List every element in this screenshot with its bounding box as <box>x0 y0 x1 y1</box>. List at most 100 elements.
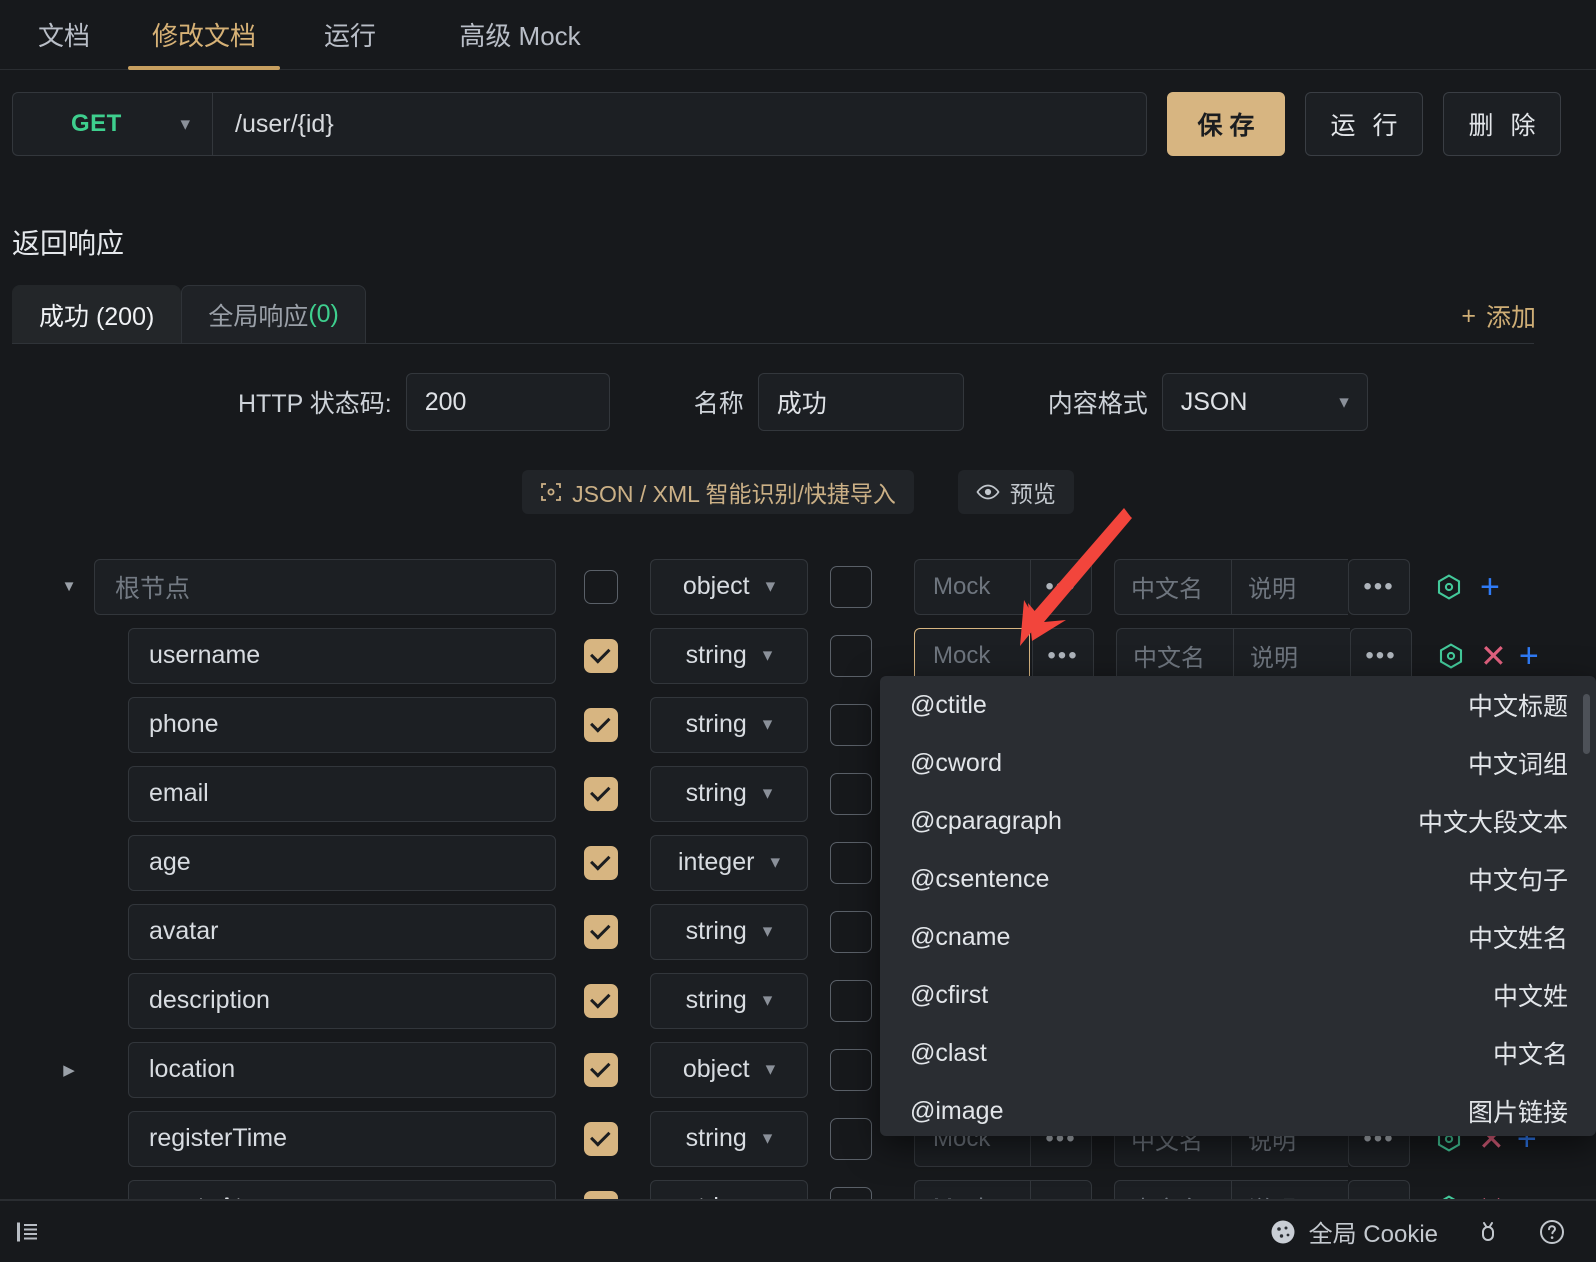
mock-suggestion-item[interactable]: @clast 中文名 <box>880 1024 1596 1082</box>
mock-suggestion-item[interactable]: @cname 中文姓名 <box>880 908 1596 966</box>
field-enabled-checkbox[interactable] <box>584 638 618 673</box>
field-enabled-checkbox[interactable] <box>584 1121 618 1156</box>
tab-docs[interactable]: 文档 <box>0 0 128 70</box>
field-enabled-checkbox[interactable] <box>584 569 618 604</box>
add-field-icon[interactable]: + <box>1519 639 1539 673</box>
field-name-input[interactable]: phone <box>128 696 556 753</box>
field-type-select[interactable]: string ▾ <box>650 627 808 684</box>
chevron-down-icon: ▾ <box>762 645 773 666</box>
field-required-checkbox[interactable] <box>830 1117 872 1160</box>
path-input[interactable]: /user/{id} <box>212 92 1147 156</box>
mock-suggestion-item[interactable]: @ctitle 中文标题 <box>880 676 1596 734</box>
field-required-checkbox[interactable] <box>830 565 872 608</box>
field-type-value: string <box>685 710 747 738</box>
mock-more-button[interactable]: ••• <box>1030 558 1092 615</box>
add-field-icon[interactable]: + <box>1480 570 1500 604</box>
field-name-input[interactable]: location <box>128 1041 556 1098</box>
field-required-checkbox[interactable] <box>830 979 872 1022</box>
mock-suggestion-item[interactable]: @csentence 中文句子 <box>880 850 1596 908</box>
field-enabled-checkbox[interactable] <box>584 1052 618 1087</box>
response-name-input[interactable]: 成功 <box>757 373 964 431</box>
field-name-input[interactable]: registerTime <box>128 1110 556 1167</box>
field-name-input[interactable]: username <box>128 627 556 684</box>
method-select[interactable]: GET ▾ <box>12 92 212 156</box>
field-required-checkbox[interactable] <box>830 841 872 884</box>
field-type-select[interactable]: object ▾ <box>650 558 808 615</box>
response-tabs: 成功 (200) 全局响应 (0) <box>12 285 366 343</box>
mock-input[interactable]: Mock <box>914 558 1030 615</box>
mock-suggestion-token: @image <box>910 1096 1004 1125</box>
field-type-value: string <box>685 641 747 669</box>
field-required-checkbox[interactable] <box>830 772 872 815</box>
response-tab-global[interactable]: 全局响应 (0) <box>181 285 366 343</box>
field-enabled-checkbox[interactable] <box>584 776 618 811</box>
field-name-input[interactable]: email <box>128 765 556 822</box>
field-name-input[interactable]: 根节点 <box>94 558 556 615</box>
plus-icon: + <box>1461 301 1476 330</box>
chevron-down-icon: ▾ <box>765 576 776 597</box>
field-name-value: age <box>149 848 191 876</box>
hexagon-settings-icon <box>1439 642 1463 669</box>
chevron-right-icon[interactable]: ▶ <box>56 1061 82 1079</box>
field-name-value: 根节点 <box>115 574 191 603</box>
field-name-input[interactable]: age <box>128 834 556 891</box>
bug-report-button[interactable] <box>1474 1218 1502 1246</box>
field-name-input[interactable]: avatar <box>128 903 556 960</box>
field-name-input[interactable]: description <box>128 972 556 1029</box>
chevron-down-icon: ▾ <box>762 1128 773 1149</box>
field-required-checkbox[interactable] <box>830 910 872 953</box>
smart-import-button[interactable]: JSON / XML 智能识别/快捷导入 <box>522 470 914 514</box>
delete-button[interactable]: 删 除 <box>1443 92 1561 156</box>
help-button[interactable] <box>1538 1218 1566 1246</box>
content-format-value: JSON <box>1180 387 1248 416</box>
description-input[interactable]: 说明 <box>1231 558 1348 615</box>
chevron-down-icon: ▾ <box>762 990 773 1011</box>
field-type-select[interactable]: string ▾ <box>650 696 808 753</box>
field-enabled-checkbox[interactable] <box>584 983 618 1018</box>
run-button[interactable]: 运 行 <box>1305 92 1423 156</box>
mock-suggestion-item[interactable]: @cparagraph 中文大段文本 <box>880 792 1596 850</box>
field-type-select[interactable]: string ▾ <box>650 765 808 822</box>
http-status-value: 200 <box>424 387 467 416</box>
mock-suggestion-item[interactable]: @cfirst 中文姓 <box>880 966 1596 1024</box>
tab-advanced-mock[interactable]: 高级 Mock <box>420 0 620 70</box>
preview-button[interactable]: 预览 <box>957 470 1074 514</box>
field-required-checkbox[interactable] <box>830 1048 872 1091</box>
add-response-button[interactable]: + 添加 <box>1461 298 1536 334</box>
save-button[interactable]: 保存 <box>1167 92 1285 156</box>
mock-suggestion-item[interactable]: @image 图片链接 <box>880 1082 1596 1136</box>
chevron-down-icon[interactable]: ▼ <box>56 578 82 595</box>
chevron-down-icon: ▾ <box>770 852 780 873</box>
mock-suggestion-item[interactable]: @cword 中文词组 <box>880 734 1596 792</box>
response-tab-success-label: 成功 (200) <box>39 302 155 331</box>
field-name-value: description <box>149 986 270 1014</box>
response-tab-global-label: 全局响应 <box>208 302 309 331</box>
field-enabled-checkbox[interactable] <box>584 914 618 949</box>
field-required-checkbox[interactable] <box>830 634 872 677</box>
mock-suggestion-dropdown[interactable]: @ctitle 中文标题 @cword 中文词组 @cparagraph 中文大… <box>880 676 1596 1136</box>
remove-field-icon[interactable]: ✕ <box>1480 640 1507 672</box>
cookie-icon <box>1271 1220 1295 1243</box>
tab-edit-docs[interactable]: 修改文档 <box>128 0 280 70</box>
field-type-select[interactable]: string ▾ <box>650 903 808 960</box>
description-placeholder: 说明 <box>1250 645 1298 672</box>
tab-run[interactable]: 运行 <box>280 0 420 70</box>
content-format-select[interactable]: JSON ▾ <box>1161 373 1368 431</box>
field-required-checkbox[interactable] <box>830 703 872 746</box>
http-status-input[interactable]: 200 <box>405 373 610 431</box>
collapse-sidebar-icon[interactable] <box>14 1219 40 1245</box>
field-enabled-checkbox[interactable] <box>584 707 618 742</box>
field-type-select[interactable]: string ▾ <box>650 972 808 1029</box>
response-tab-success[interactable]: 成功 (200) <box>12 285 182 343</box>
field-type-select[interactable]: string ▾ <box>650 1110 808 1167</box>
hexagon-settings-icon <box>1437 573 1461 600</box>
cn-name-input[interactable]: 中文名 <box>1114 558 1231 615</box>
field-type-select[interactable]: object ▾ <box>650 1041 808 1098</box>
field-enabled-checkbox[interactable] <box>584 845 618 880</box>
field-type-select[interactable]: integer ▾ <box>650 834 808 891</box>
dropdown-scrollbar[interactable] <box>1583 694 1590 754</box>
global-cookie-button[interactable]: 全局 Cookie <box>1269 1214 1438 1249</box>
field-settings-icon[interactable] <box>1436 641 1466 671</box>
field-more-button[interactable]: ••• <box>1348 558 1410 615</box>
field-settings-icon[interactable] <box>1434 572 1464 602</box>
